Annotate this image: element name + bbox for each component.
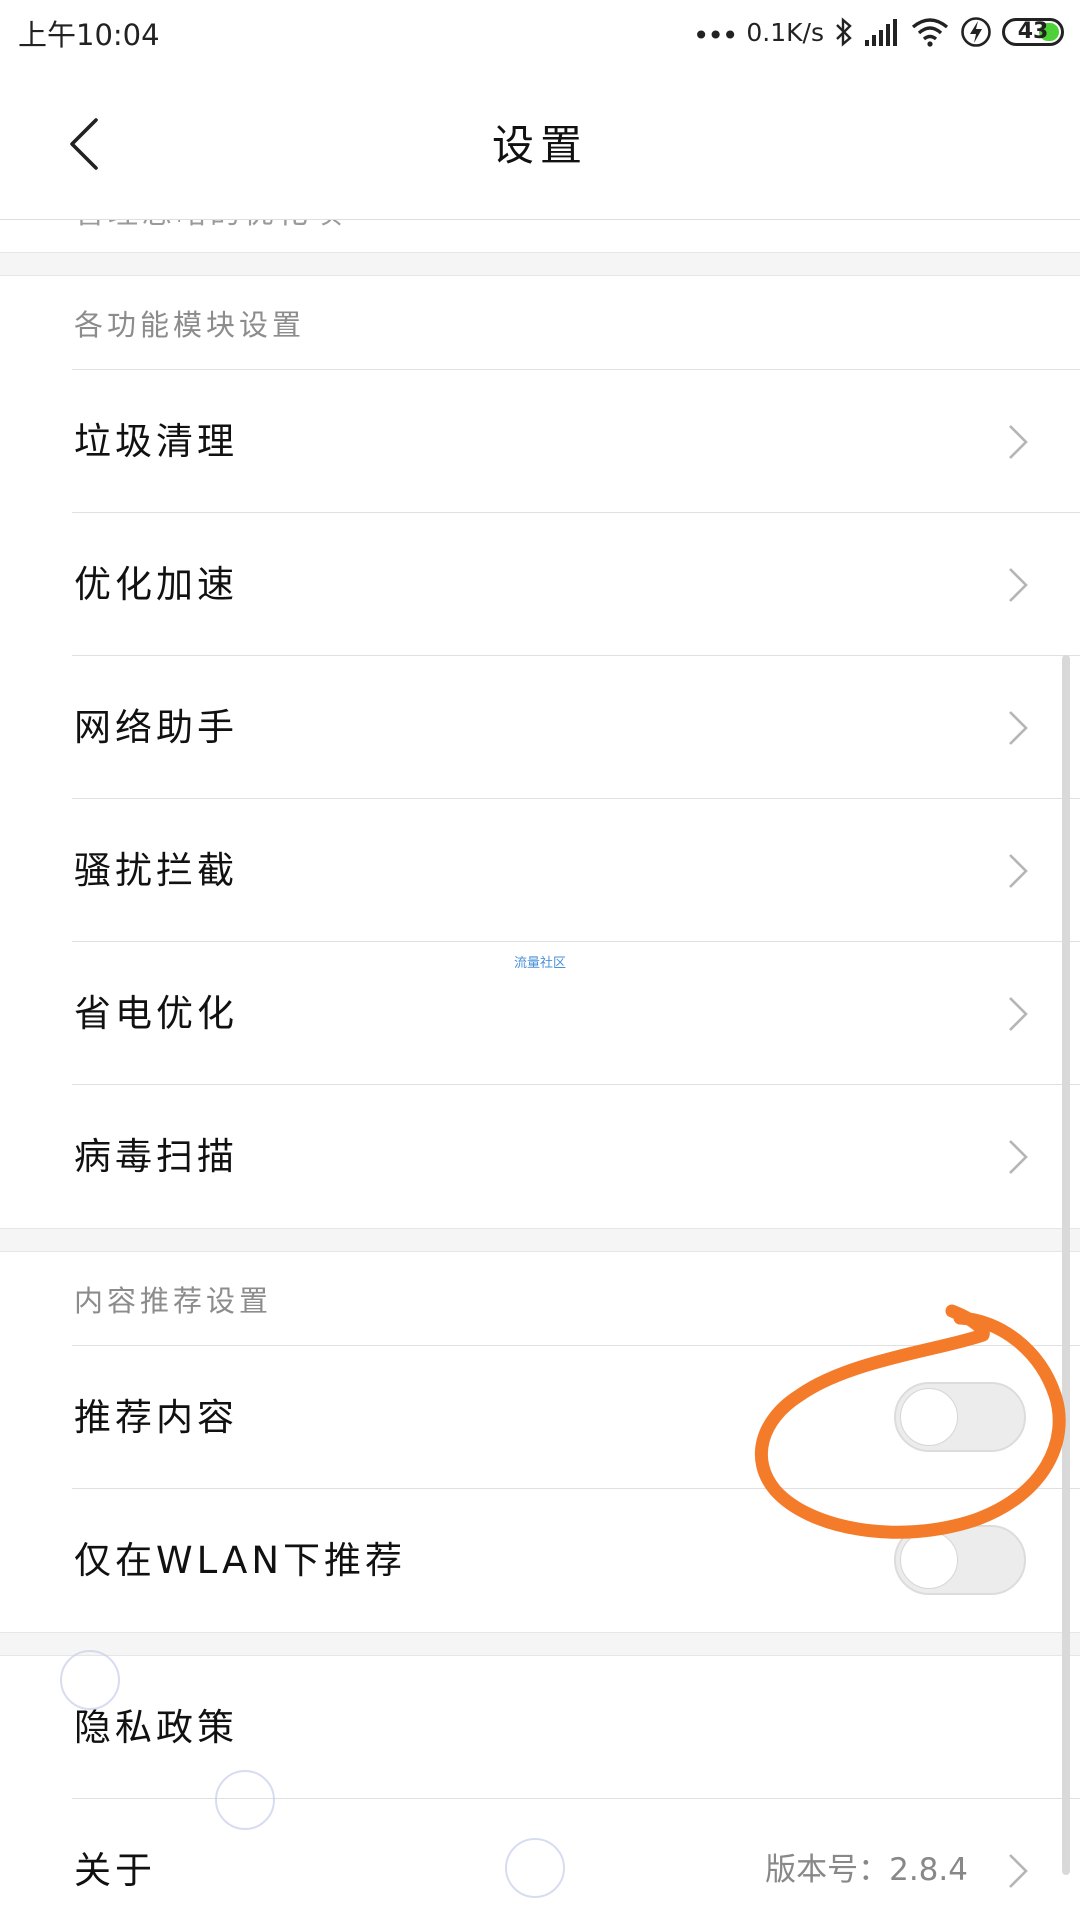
settings-item-spam-blocking[interactable]: 骚扰拦截 xyxy=(0,799,1080,942)
chevron-right-icon xyxy=(1009,567,1028,602)
chevron-right-icon xyxy=(1009,996,1028,1031)
status-indicators: ••• 0.1K/s 43 xyxy=(693,12,1064,52)
chevron-right-icon xyxy=(1009,1139,1028,1174)
settings-item-speed-boost[interactable]: 优化加速 xyxy=(0,513,1080,656)
page-title: 设置 xyxy=(491,121,588,170)
settings-item-label: 隐私政策 xyxy=(74,1706,238,1749)
settings-item-recommended-content: 推荐内容 xyxy=(0,1346,1080,1489)
app-header: 设置 xyxy=(0,64,1080,220)
settings-item-label: 仅在WLAN下推荐 xyxy=(74,1539,407,1582)
settings-list[interactable]: 管理忽略的优化项 各功能模块设置 垃圾清理 优化加速 网络助手 xyxy=(0,220,1080,1920)
settings-item-label: 病毒扫描 xyxy=(74,1135,238,1178)
settings-screen: 上午10:04 ••• 0.1K/s 43 设置 各功能模块设置 垃圾清理 优化… xyxy=(0,0,1080,1920)
ignored-optimizations-label: 管理忽略的优化项 xyxy=(74,220,346,232)
settings-item-privacy-policy[interactable]: 隐私政策 xyxy=(0,1656,1080,1799)
recommended-content-toggle[interactable] xyxy=(894,1381,1026,1452)
version-number: 版本号：2.8.4 xyxy=(765,1852,968,1888)
settings-item-about[interactable]: 关于 版本号：2.8.4 xyxy=(0,1799,1080,1920)
settings-item-label: 网络助手 xyxy=(74,706,238,749)
wlan-only-toggle[interactable] xyxy=(894,1524,1026,1595)
chevron-right-icon xyxy=(1009,710,1028,745)
settings-item-label: 推荐内容 xyxy=(74,1396,238,1439)
settings-item-network-assistant[interactable]: 网络助手 xyxy=(0,656,1080,799)
content-recommendation-header: 内容推荐设置 xyxy=(0,1252,1080,1346)
toggle-knob xyxy=(900,1387,958,1446)
section-title: 内容推荐设置 xyxy=(74,1284,273,1318)
status-bar: 上午10:04 ••• 0.1K/s 43 xyxy=(0,0,1080,64)
settings-item-label: 垃圾清理 xyxy=(74,420,238,463)
settings-item-wlan-only: 仅在WLAN下推荐 xyxy=(0,1489,1080,1632)
settings-item-virus-scan[interactable]: 病毒扫描 xyxy=(0,1085,1080,1228)
chevron-right-icon xyxy=(1009,853,1028,888)
signal-icon xyxy=(864,18,900,46)
status-time: 上午10:04 xyxy=(18,18,160,52)
settings-scroll-content: 管理忽略的优化项 各功能模块设置 垃圾清理 优化加速 网络助手 xyxy=(0,220,1080,1920)
section-gap xyxy=(0,1632,1080,1656)
settings-item-label: 关于 xyxy=(74,1849,156,1892)
settings-item-label: 优化加速 xyxy=(74,563,238,606)
network-speed: 0.1K/s xyxy=(746,17,824,47)
battery-icon: 43 xyxy=(1002,18,1064,46)
section-gap xyxy=(0,1228,1080,1252)
module-settings-header: 各功能模块设置 xyxy=(0,276,1080,370)
chevron-right-icon xyxy=(1009,424,1028,459)
charging-icon xyxy=(960,16,992,48)
ignored-optimizations-item[interactable]: 管理忽略的优化项 xyxy=(0,220,1080,252)
section-title: 各功能模块设置 xyxy=(74,308,306,342)
scrollbar[interactable] xyxy=(1062,655,1070,1875)
section-gap xyxy=(0,252,1080,276)
chevron-right-icon xyxy=(1009,1853,1028,1888)
settings-item-junk-cleanup[interactable]: 垃圾清理 xyxy=(0,370,1080,513)
watermark: 流量社区 xyxy=(513,956,566,971)
more-notifications-icon: ••• xyxy=(692,19,739,52)
settings-item-label: 骚扰拦截 xyxy=(74,849,238,892)
wifi-icon xyxy=(910,17,950,47)
battery-level: 43 xyxy=(1017,19,1049,44)
bluetooth-icon xyxy=(834,16,854,48)
toggle-knob xyxy=(900,1530,958,1589)
